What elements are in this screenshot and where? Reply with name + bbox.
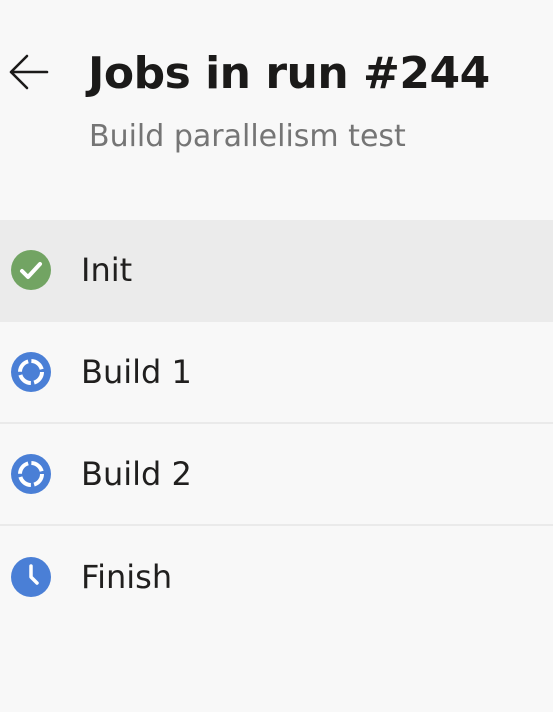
job-label: Build 2 — [81, 455, 192, 493]
clock-icon — [10, 556, 52, 598]
page-title: Jobs in run #244 — [88, 48, 490, 99]
job-label: Init — [81, 251, 133, 289]
job-label: Build 1 — [81, 353, 192, 391]
job-list: Init Build 1 Build 2 Finish — [0, 220, 553, 628]
check-circle-icon — [10, 249, 52, 291]
jobs-page: Jobs in run #244 Build parallelism test … — [0, 0, 553, 712]
job-row-finish[interactable]: Finish — [0, 526, 553, 628]
page-subtitle: Build parallelism test — [89, 119, 406, 154]
back-button[interactable] — [4, 48, 52, 96]
in-progress-icon — [10, 453, 52, 495]
job-row-build-1[interactable]: Build 1 — [0, 322, 553, 424]
job-label: Finish — [81, 558, 173, 596]
job-row-init[interactable]: Init — [0, 220, 553, 322]
job-row-build-2[interactable]: Build 2 — [0, 424, 553, 526]
arrow-left-icon — [9, 54, 49, 90]
in-progress-icon — [10, 351, 52, 393]
